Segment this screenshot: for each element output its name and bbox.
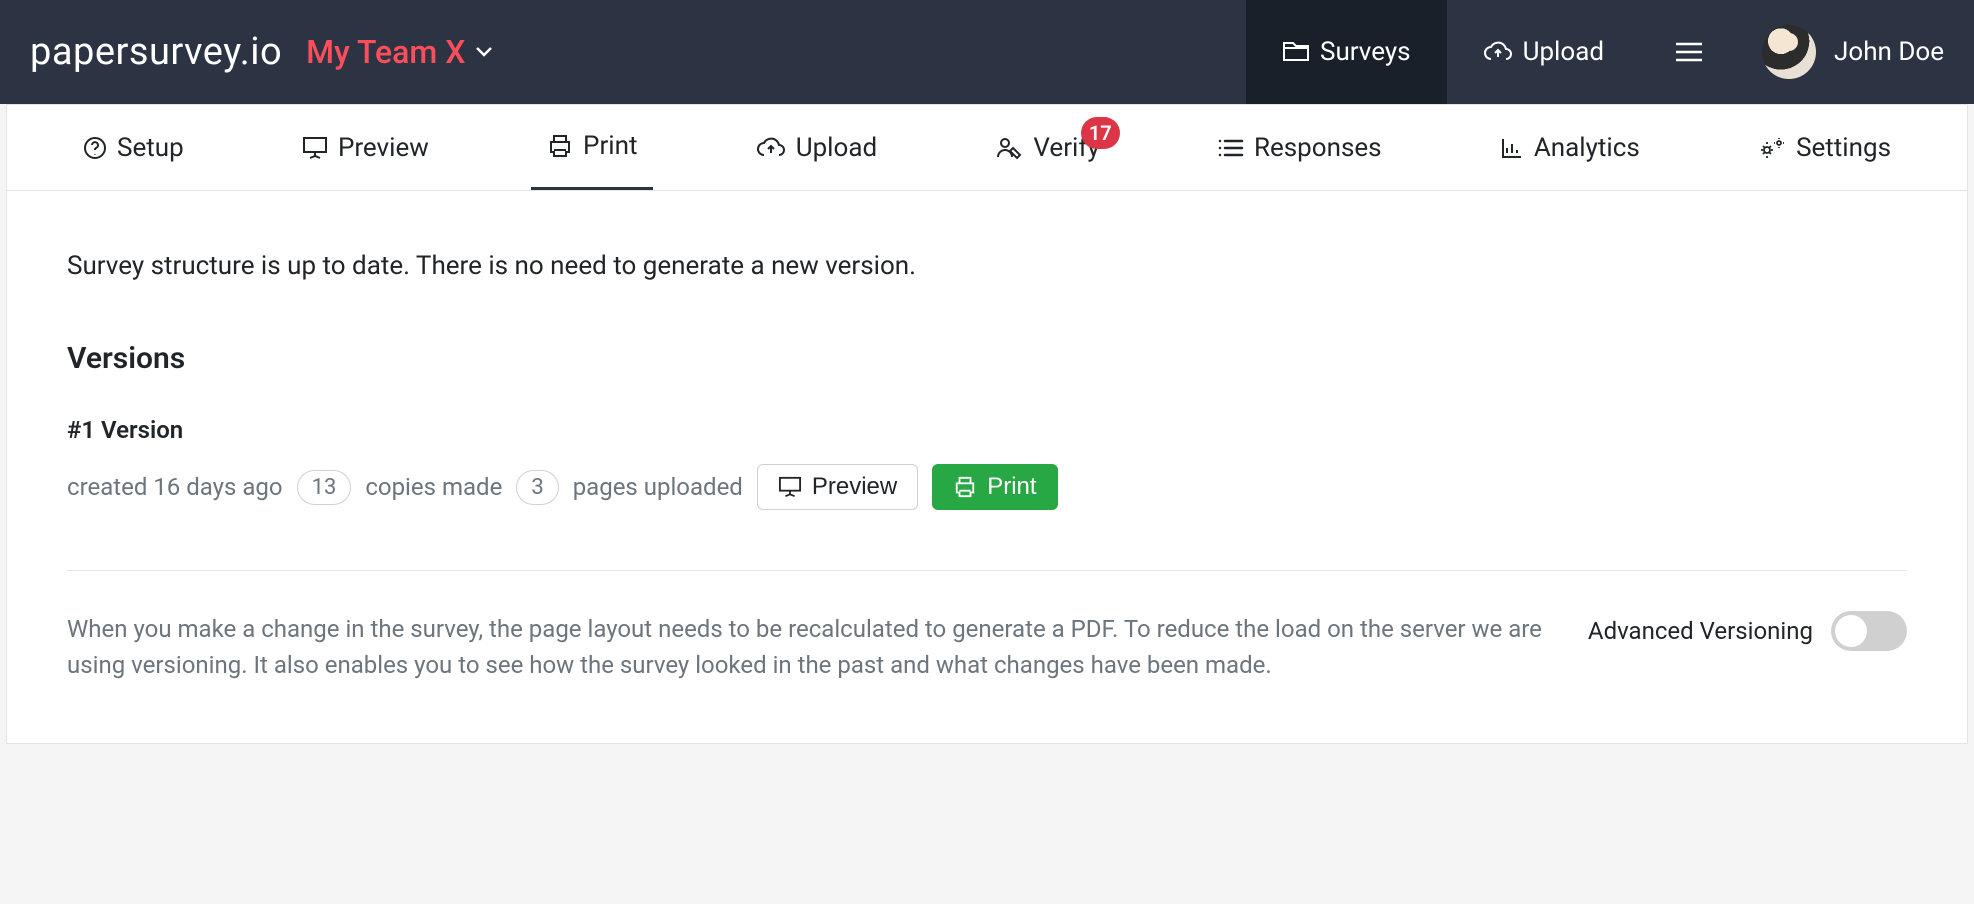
hamburger-menu[interactable] [1640, 42, 1738, 62]
tab-verify[interactable]: Verify 17 [979, 105, 1115, 190]
tab-print[interactable]: Print [531, 105, 653, 190]
user-edit-icon [995, 136, 1023, 160]
top-navbar: papersurvey.io My Team X Surveys Upload … [0, 0, 1974, 104]
avatar [1762, 25, 1816, 79]
copies-label: copies made [365, 473, 502, 501]
tab-setup[interactable]: Setup [67, 105, 200, 190]
menu-icon [1676, 42, 1702, 62]
tab-upload[interactable]: Upload [740, 105, 893, 190]
tab-preview-label: Preview [338, 133, 429, 163]
survey-tabs: Setup Preview Print Upload Verify 17 Res… [7, 105, 1967, 191]
printer-icon [953, 476, 977, 498]
advanced-versioning-control: Advanced Versioning [1588, 611, 1907, 651]
nav-surveys[interactable]: Surveys [1246, 0, 1447, 104]
tab-responses-label: Responses [1254, 133, 1382, 163]
printer-icon [547, 134, 573, 158]
divider [67, 570, 1907, 571]
cloud-upload-icon [1483, 41, 1513, 63]
team-selector[interactable]: My Team X [306, 33, 493, 71]
status-message: Survey structure is up to date. There is… [67, 251, 1907, 281]
user-menu[interactable]: John Doe [1738, 25, 1944, 79]
nav-surveys-label: Surveys [1320, 37, 1411, 67]
version-title: #1 Version [67, 416, 1907, 444]
pages-label: pages uploaded [573, 473, 743, 501]
versions-heading: Versions [67, 341, 1907, 376]
pages-count-pill: 3 [516, 470, 558, 505]
verify-badge: 17 [1081, 117, 1120, 149]
presentation-icon [778, 476, 802, 498]
tab-upload-label: Upload [796, 133, 877, 163]
chevron-down-icon [475, 46, 493, 58]
tab-responses[interactable]: Responses [1202, 105, 1398, 190]
question-circle-icon [83, 136, 107, 160]
folder-icon [1282, 40, 1310, 64]
chart-icon [1500, 136, 1524, 160]
gears-icon [1758, 136, 1786, 160]
main-panel: Setup Preview Print Upload Verify 17 Res… [6, 104, 1968, 744]
tab-settings[interactable]: Settings [1742, 105, 1907, 190]
advanced-versioning-toggle[interactable] [1831, 611, 1907, 651]
tab-settings-label: Settings [1796, 133, 1891, 163]
preview-button[interactable]: Preview [757, 464, 918, 510]
tab-analytics[interactable]: Analytics [1484, 105, 1656, 190]
print-button-label: Print [987, 473, 1036, 501]
tab-preview[interactable]: Preview [286, 105, 445, 190]
advanced-versioning-label: Advanced Versioning [1588, 617, 1813, 645]
version-created: created 16 days ago [67, 473, 283, 501]
tab-analytics-label: Analytics [1534, 133, 1640, 163]
nav-upload[interactable]: Upload [1447, 0, 1640, 104]
list-icon [1218, 138, 1244, 158]
tab-setup-label: Setup [117, 133, 184, 163]
copies-count-pill: 13 [297, 470, 352, 505]
presentation-icon [302, 136, 328, 160]
preview-button-label: Preview [812, 473, 897, 501]
print-button[interactable]: Print [932, 464, 1057, 510]
tab-content: Survey structure is up to date. There is… [7, 191, 1967, 743]
cloud-upload-icon [756, 137, 786, 159]
nav-upload-label: Upload [1523, 37, 1604, 67]
version-details-row: created 16 days ago 13 copies made 3 pag… [67, 464, 1907, 510]
brand-logo[interactable]: papersurvey.io [30, 30, 282, 74]
user-name: John Doe [1834, 37, 1944, 67]
tab-print-label: Print [583, 131, 637, 161]
versioning-description: When you make a change in the survey, th… [67, 611, 1548, 683]
team-name: My Team X [306, 33, 465, 71]
footer-row: When you make a change in the survey, th… [67, 611, 1907, 683]
